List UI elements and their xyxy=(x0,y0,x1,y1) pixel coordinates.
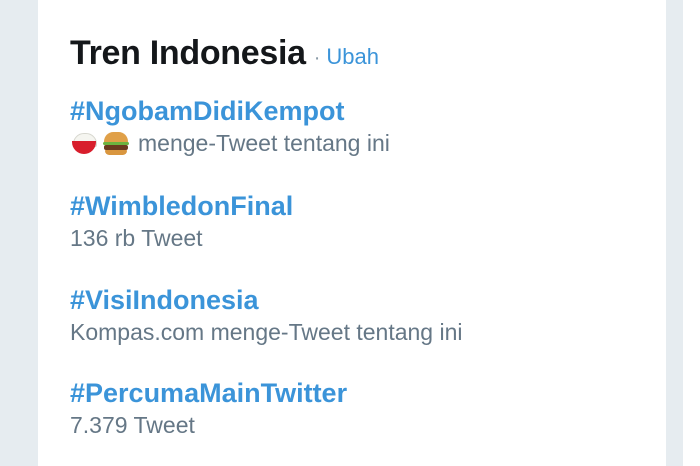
hamburger-icon xyxy=(102,129,130,157)
trend-name[interactable]: #NgobamDidiKempot xyxy=(70,94,390,128)
trend-item[interactable]: #WimbledonFinal 136 rb Tweet xyxy=(70,189,293,253)
trend-item[interactable]: #NgobamDidiKempot menge-Tweet tentang in… xyxy=(70,94,390,158)
rice-bowl-icon xyxy=(70,129,98,157)
page: Tren Indonesia · Ubah #NgobamDidiKempot … xyxy=(0,0,700,466)
trend-name[interactable]: #WimbledonFinal xyxy=(70,189,293,223)
trend-meta: menge-Tweet tentang ini xyxy=(70,128,390,158)
trends-card: Tren Indonesia · Ubah #NgobamDidiKempot … xyxy=(38,0,666,466)
trend-meta-text: menge-Tweet tentang ini xyxy=(138,130,390,156)
trend-meta: 136 rb Tweet xyxy=(70,225,203,251)
trend-meta: Kompas.com menge-Tweet tentang ini xyxy=(70,319,463,345)
trends-title: Tren Indonesia xyxy=(70,34,306,72)
trend-meta: 7.379 Tweet xyxy=(70,412,195,438)
trend-item[interactable]: #VisiIndonesia Kompas.com menge-Tweet te… xyxy=(70,283,462,347)
separator-dot: · xyxy=(313,47,321,69)
trend-name[interactable]: #PercumaMainTwitter xyxy=(70,376,347,410)
change-location-link[interactable]: Ubah xyxy=(326,44,379,70)
trends-header: Tren Indonesia · Ubah xyxy=(70,34,379,73)
trend-item[interactable]: #PercumaMainTwitter 7.379 Tweet xyxy=(70,376,347,440)
adjacent-column xyxy=(683,0,700,466)
trend-name[interactable]: #VisiIndonesia xyxy=(70,283,462,317)
